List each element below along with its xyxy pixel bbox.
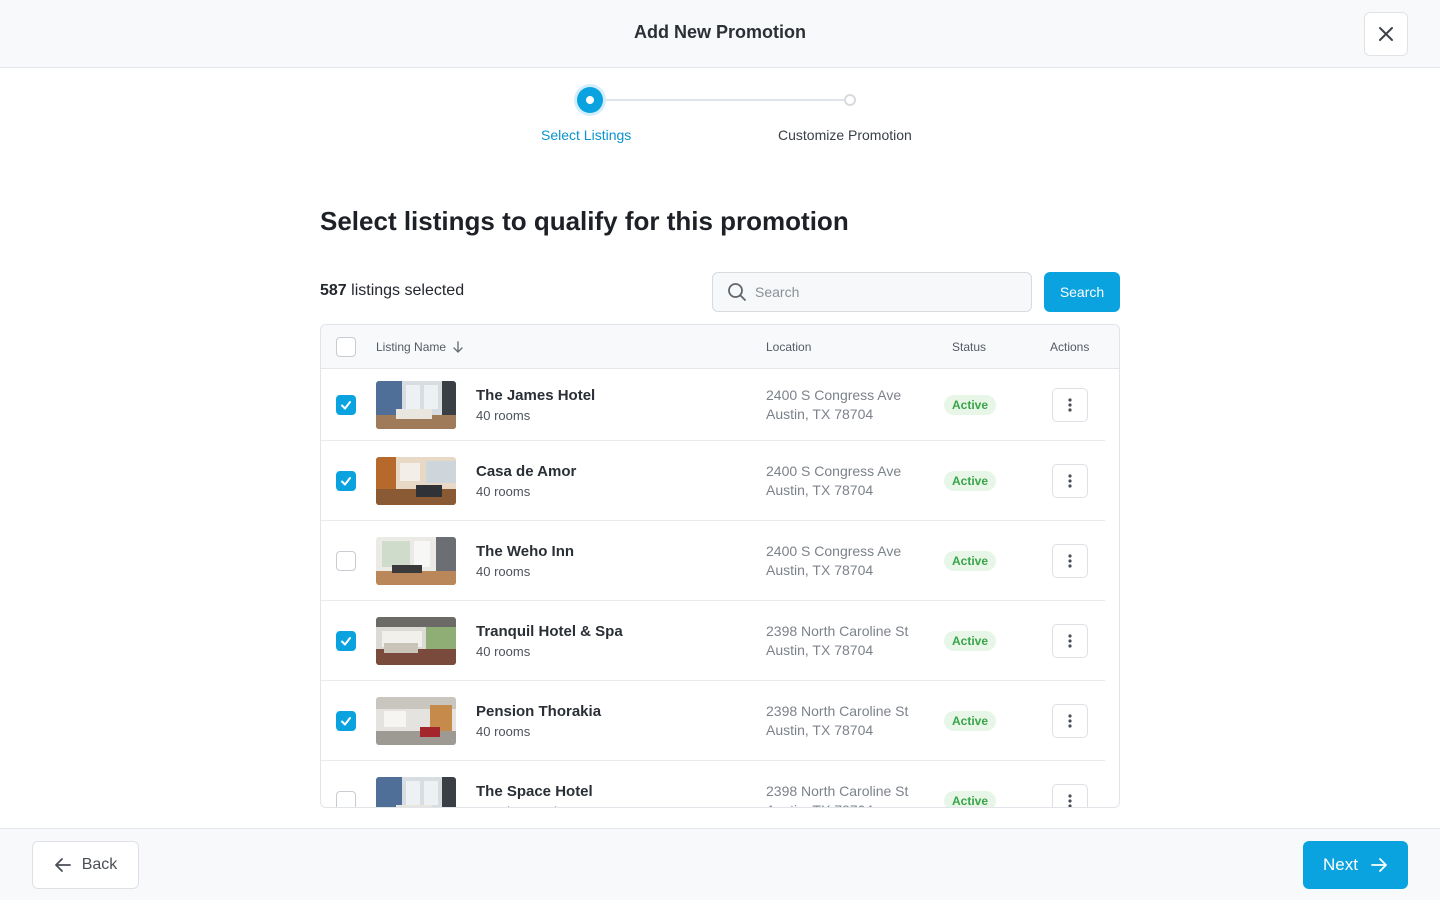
selected-count-number: 587 <box>320 282 347 299</box>
more-vertical-icon <box>1068 714 1072 728</box>
listing-name[interactable]: The James Hotel <box>476 387 595 404</box>
listing-address-line1: 2400 S Congress Ave <box>766 387 902 403</box>
table-row[interactable]: The Space Hotel 3 Beds, 2 Baths 2398 North… <box>321 761 1119 807</box>
table-row[interactable]: The Weho Inn 40 rooms 2400 S Congress Ave A… <box>321 521 1119 601</box>
column-header-location: Location <box>766 340 812 354</box>
back-label: Back <box>81 856 118 873</box>
listing-address-line1: 2398 North Caroline St <box>766 703 909 719</box>
listing-rooms: 40 rooms <box>476 564 531 579</box>
listing-address-line1: 2400 S Congress Ave <box>766 543 902 559</box>
more-vertical-icon <box>1068 794 1072 807</box>
listings-table: Listing Name Location Status Actions The… <box>320 324 1120 808</box>
close-button[interactable] <box>1364 12 1408 56</box>
table-row[interactable]: Pension Thorakia 40 rooms 2398 North Carol… <box>321 681 1119 761</box>
table-row[interactable]: Tranquil Hotel & Spa 40 rooms 2398 North C… <box>321 601 1119 681</box>
next-label: Next <box>1323 855 1358 874</box>
listing-rooms: 3 Beds, 2 Baths <box>476 804 568 807</box>
listing-thumbnail <box>376 537 456 585</box>
row-checkbox[interactable] <box>336 551 356 571</box>
row-actions-button[interactable] <box>1052 624 1088 658</box>
table-row[interactable]: The James Hotel 40 rooms 2400 S Congress A… <box>321 369 1119 441</box>
status-badge: Active <box>944 395 997 415</box>
listing-name[interactable]: The Space Hotel <box>476 783 593 800</box>
step-indicator-inactive <box>844 94 856 106</box>
listing-address-line2: Austin, TX 78704 <box>766 562 874 578</box>
select-all-checkbox[interactable] <box>336 337 356 357</box>
listing-thumbnail <box>376 697 456 745</box>
listing-address-line1: 2398 North Caroline St <box>766 783 909 799</box>
modal-title: Add New Promotion <box>634 22 806 42</box>
listing-rooms: 40 rooms <box>476 484 531 499</box>
status-badge: Active <box>944 471 997 491</box>
more-vertical-icon <box>1068 554 1072 568</box>
row-checkbox[interactable] <box>336 471 356 491</box>
row-actions-button[interactable] <box>1052 784 1088 807</box>
listing-rooms: 40 rooms <box>476 644 531 659</box>
modal-header: Add New Promotion <box>0 0 1440 68</box>
row-actions-button[interactable] <box>1052 704 1088 738</box>
listing-address-line2: Austin, TX 78704 <box>766 406 874 422</box>
stepper-line <box>590 99 850 101</box>
column-header-actions: Actions <box>1050 340 1090 354</box>
step-indicator-active <box>577 87 603 113</box>
table-row[interactable]: Casa de Amor 40 rooms 2400 S Congress Ave A… <box>321 441 1119 521</box>
back-button[interactable]: Back <box>32 841 139 889</box>
search-field[interactable] <box>712 272 1032 312</box>
listing-address-line2: Austin, TX 78704 <box>766 482 874 498</box>
column-header-name[interactable]: Listing Name <box>376 340 464 354</box>
listing-name[interactable]: The Weho Inn <box>476 543 574 560</box>
status-badge: Active <box>944 791 997 807</box>
row-checkbox[interactable] <box>336 711 356 731</box>
listing-name[interactable]: Pension Thorakia <box>476 703 601 720</box>
more-vertical-icon <box>1068 398 1072 412</box>
status-badge: Active <box>944 631 997 651</box>
listing-address-line1: 2400 S Congress Ave <box>766 463 902 479</box>
row-actions-button[interactable] <box>1052 464 1088 498</box>
column-name-label: Listing Name <box>376 340 447 354</box>
selected-count: 587 listings selected <box>320 282 464 300</box>
column-header-status: Status <box>952 340 987 354</box>
close-icon <box>1379 27 1393 41</box>
listing-thumbnail <box>376 381 456 429</box>
status-badge: Active <box>944 711 997 731</box>
listing-name[interactable]: Casa de Amor <box>476 463 576 480</box>
listing-address-line2: Austin, TX 78704 <box>766 802 873 807</box>
listing-rooms: 40 rooms <box>476 408 531 423</box>
listing-rooms: 40 rooms <box>476 724 531 739</box>
modal-footer: Back Next <box>0 828 1440 900</box>
row-checkbox[interactable] <box>336 395 356 415</box>
arrow-right-icon <box>1371 858 1387 872</box>
listing-address-line1: 2398 North Caroline St <box>766 623 909 639</box>
listing-name[interactable]: Tranquil Hotel & Spa <box>476 623 623 640</box>
listing-thumbnail <box>376 617 456 665</box>
listing-thumbnail <box>376 457 456 505</box>
selected-count-suffix: listings selected <box>346 282 465 299</box>
progress-stepper: Select Listings Customize Promotion <box>520 86 920 156</box>
search-input[interactable] <box>755 284 1015 300</box>
more-vertical-icon <box>1068 474 1072 488</box>
row-actions-button[interactable] <box>1052 388 1088 422</box>
more-vertical-icon <box>1068 634 1072 648</box>
next-button[interactable]: Next <box>1303 841 1408 889</box>
row-actions-button[interactable] <box>1052 544 1088 578</box>
arrow-down-icon <box>453 341 463 353</box>
step-customize-promotion[interactable]: Customize Promotion <box>778 127 912 143</box>
step-select-listings[interactable]: Select Listings <box>541 127 631 143</box>
listing-address-line2: Austin, TX 78704 <box>766 642 874 658</box>
search-button[interactable]: Search <box>1044 272 1120 312</box>
listing-thumbnail <box>376 777 456 807</box>
page-heading: Select listings to qualify for this prom… <box>320 206 849 236</box>
row-checkbox[interactable] <box>336 791 356 807</box>
search-icon <box>728 283 746 301</box>
row-checkbox[interactable] <box>336 631 356 651</box>
table-header: Listing Name Location Status Actions <box>321 325 1119 369</box>
listing-address-line2: Austin, TX 78704 <box>766 722 874 738</box>
arrow-left-icon <box>54 858 71 872</box>
status-badge: Active <box>944 551 997 571</box>
